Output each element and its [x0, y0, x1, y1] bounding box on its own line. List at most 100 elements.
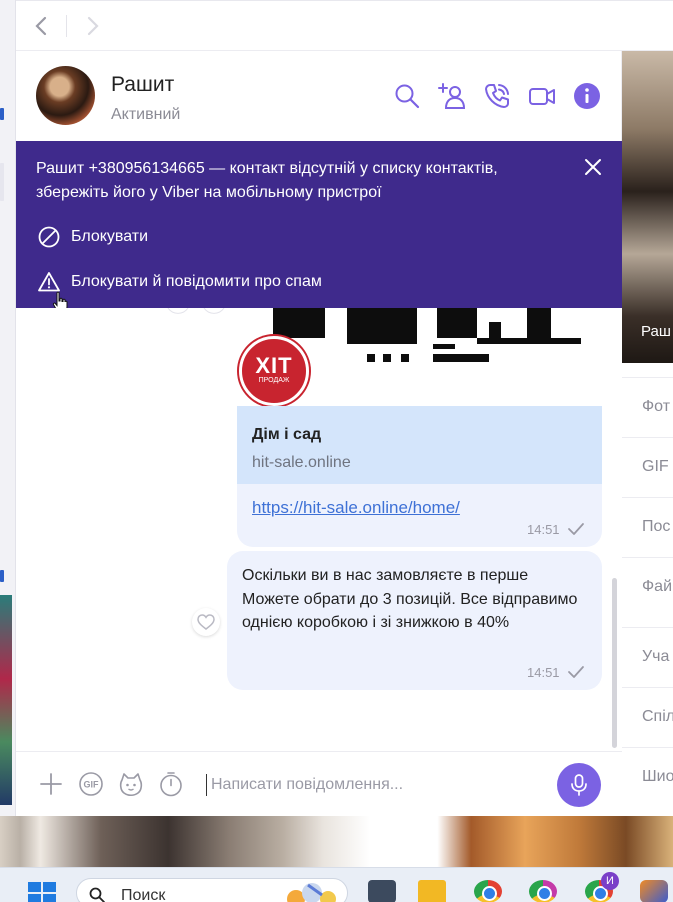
close-icon: [585, 159, 601, 175]
gif-icon: GIF: [79, 772, 103, 796]
search-highlight-icon: [287, 883, 336, 902]
taskbar-app[interactable]: [640, 880, 668, 902]
nav-separator: [66, 15, 67, 37]
sent-check-icon: [568, 666, 584, 678]
timer-icon: [160, 772, 182, 797]
link-preview-message[interactable]: ХІТ ПРОДАЖ Дім і сад hit-sale.online htt…: [237, 308, 602, 547]
info-icon: [574, 83, 600, 109]
image-graphic: [433, 354, 489, 362]
background-window-strip: [0, 0, 16, 816]
add-contact-icon: [438, 83, 466, 109]
heart-icon: [197, 614, 215, 630]
info-item-label: Фот: [642, 398, 671, 415]
unread-indicator: [0, 570, 4, 582]
contact-photo-name: Раш: [641, 323, 671, 340]
info-button[interactable]: [572, 81, 602, 111]
like-button[interactable]: [192, 608, 220, 636]
desktop-background: [0, 816, 673, 867]
badge-text: ХІТ: [255, 353, 293, 378]
background-thumbnail: [0, 595, 12, 805]
image-graphic: [273, 308, 325, 338]
forward-button[interactable]: [79, 13, 105, 39]
message-time: 14:51: [527, 665, 560, 680]
reaction-icons-partial: [167, 308, 225, 314]
search-button[interactable]: [392, 81, 422, 111]
info-item-label: GIF: [642, 458, 669, 475]
image-graphic: [433, 344, 455, 349]
unread-indicator: [0, 108, 4, 120]
link-preview-image[interactable]: ХІТ ПРОДАЖ: [237, 308, 602, 406]
image-graphic: [367, 354, 375, 362]
video-call-button[interactable]: [527, 81, 557, 111]
taskbar-search[interactable]: Поиск: [76, 878, 348, 902]
add-participant-button[interactable]: [437, 81, 467, 111]
info-item-label: Шио: [642, 768, 673, 785]
taskbar-calculator-app[interactable]: [368, 880, 396, 902]
sent-check-icon: [568, 523, 584, 535]
taskbar-file-explorer-app[interactable]: [418, 880, 446, 902]
plus-icon: [40, 773, 62, 795]
call-button[interactable]: [482, 81, 512, 111]
contact-name[interactable]: Рашит: [111, 73, 174, 97]
attach-button[interactable]: [38, 771, 64, 797]
windows-logo-icon: [28, 894, 41, 902]
search-icon: [89, 887, 105, 902]
chat-header: Рашит Активний: [16, 51, 622, 141]
navigation-bar: [16, 0, 673, 51]
taskbar-search-label: Поиск: [121, 887, 166, 902]
windows-logo-icon: [43, 894, 56, 902]
sticker-button[interactable]: [118, 771, 144, 797]
unread-indicator: [0, 163, 4, 201]
info-item-links[interactable]: Пос: [622, 497, 673, 557]
link-preview-info[interactable]: Дім і сад hit-sale.online: [237, 406, 602, 484]
voice-message-button[interactable]: [557, 763, 601, 807]
info-item-common-groups[interactable]: Спіл: [622, 687, 673, 747]
message-link[interactable]: https://hit-sale.online/home/: [252, 498, 460, 518]
sticker-icon: [119, 773, 143, 797]
warning-icon: [38, 272, 60, 292]
info-item-label: Фай: [642, 578, 672, 595]
avatar[interactable]: [36, 66, 95, 125]
chevron-left-icon: [35, 16, 47, 36]
contact-photo[interactable]: Раш: [622, 51, 673, 363]
message-scrollbar[interactable]: [612, 578, 617, 748]
info-item-participants[interactable]: Уча: [622, 627, 673, 687]
message-list[interactable]: ХІТ ПРОДАЖ Дім і сад hit-sale.online htt…: [16, 308, 622, 751]
banner-close-button[interactable]: [581, 155, 605, 179]
image-graphic: [477, 338, 581, 344]
info-item-files[interactable]: Фай: [622, 557, 673, 617]
start-button[interactable]: [28, 882, 56, 902]
badge-subtext: ПРОДАЖ: [258, 377, 290, 384]
taskbar: Поиск И: [0, 867, 673, 902]
gif-button[interactable]: GIF: [78, 771, 104, 797]
image-graphic: [383, 354, 391, 362]
hit-sale-badge: ХІТ ПРОДАЖ: [239, 336, 309, 406]
contact-info-panel: Раш Фот GIF Пос Фай Уча Спіл Шио: [622, 51, 673, 816]
taskbar-chrome-profile-app[interactable]: [529, 880, 557, 902]
message-input[interactable]: [211, 772, 541, 798]
image-graphic: [347, 308, 417, 344]
message-composer: GIF: [16, 751, 622, 816]
back-button[interactable]: [29, 13, 55, 39]
info-item-gif[interactable]: GIF: [622, 437, 673, 497]
info-item-photos[interactable]: Фот: [622, 377, 673, 437]
chevron-right-icon: [87, 16, 99, 36]
block-label: Блокувати: [71, 228, 149, 245]
image-graphic: [401, 354, 409, 362]
windows-logo-icon: [28, 882, 41, 892]
profile-badge: И: [601, 872, 619, 890]
search-icon: [395, 84, 420, 109]
info-item-encryption[interactable]: Шио: [622, 747, 673, 807]
text-message[interactable]: Оскільки ви в нас замовляєте в перше Мож…: [227, 551, 602, 690]
microphone-icon: [571, 774, 587, 796]
chat-panel: Рашит Активний Рашит +380956134665 — кон…: [16, 51, 622, 816]
timer-button[interactable]: [158, 771, 184, 797]
block-button[interactable]: Блокувати: [38, 225, 148, 249]
block-and-report-spam-button[interactable]: Блокувати й повідомити про спам: [38, 270, 322, 294]
block-icon: [38, 226, 60, 248]
taskbar-chrome-app[interactable]: [474, 880, 502, 902]
message-time: 14:51: [527, 522, 560, 537]
info-item-label: Уча: [642, 648, 670, 665]
call-icon: [485, 84, 509, 108]
svg-text:GIF: GIF: [84, 780, 100, 790]
